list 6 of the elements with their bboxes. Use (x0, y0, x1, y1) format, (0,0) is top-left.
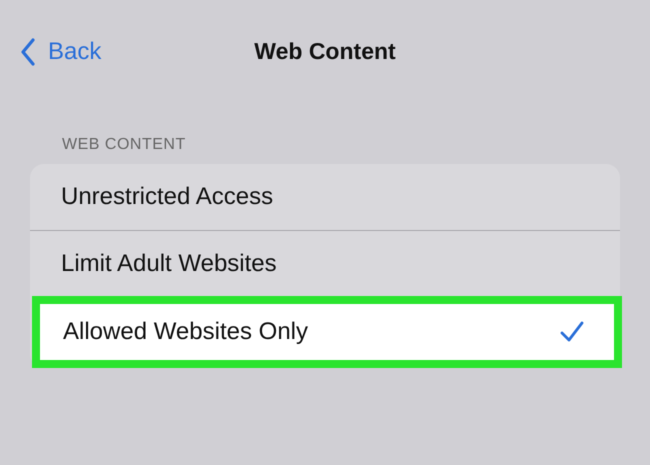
option-row[interactable]: Unrestricted Access (30, 164, 620, 230)
page-title: Web Content (254, 38, 396, 65)
option-row[interactable]: Allowed Websites Only (32, 296, 622, 368)
section-header: WEB CONTENT (62, 136, 187, 154)
checkmark-icon (560, 321, 584, 343)
chevron-left-icon (20, 38, 36, 66)
